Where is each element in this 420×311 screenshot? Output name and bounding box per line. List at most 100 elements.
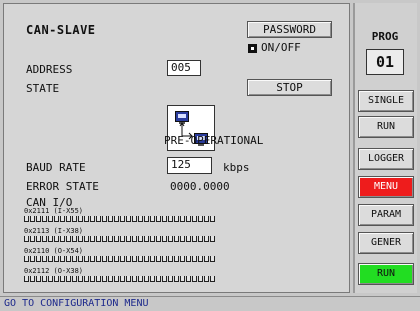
prog-label: PROG <box>371 30 399 43</box>
io-bit <box>72 256 77 262</box>
io-bit <box>48 256 53 262</box>
io-bit <box>60 256 65 262</box>
error-state-value: 0000.0000 <box>170 180 230 193</box>
io-bit <box>138 276 143 282</box>
io-bit <box>150 236 155 242</box>
io-bit <box>108 236 113 242</box>
stop-button[interactable]: STOP <box>247 79 332 96</box>
io-bit <box>132 256 137 262</box>
io-bit <box>132 276 137 282</box>
io-bit <box>60 276 65 282</box>
io-bit <box>138 236 143 242</box>
io-bit <box>156 216 161 222</box>
io-bit <box>144 276 149 282</box>
io-bit <box>168 276 173 282</box>
io-bit <box>174 236 179 242</box>
io-bit <box>168 216 173 222</box>
io-bit <box>42 216 47 222</box>
can-slave-panel: CAN-SLAVE PASSWORD ON/OFF ADDRESS 005 ST… <box>3 3 350 293</box>
io-bit <box>114 216 119 222</box>
io-bit <box>108 256 113 262</box>
io-bit <box>60 216 65 222</box>
io-bit <box>72 276 77 282</box>
io-bit <box>108 216 113 222</box>
io-bit <box>78 236 83 242</box>
address-label: ADDRESS <box>26 63 73 76</box>
password-button[interactable]: PASSWORD <box>247 21 332 38</box>
io-bit <box>54 276 59 282</box>
io-bit <box>192 236 197 242</box>
io-bit <box>36 276 41 282</box>
io-bit <box>156 256 161 262</box>
io-bit <box>192 256 197 262</box>
io-bit <box>36 216 41 222</box>
io-bit <box>198 236 203 242</box>
logger-button[interactable]: LOGGER <box>358 148 414 170</box>
io-bit <box>48 276 53 282</box>
register-bits <box>24 256 216 262</box>
io-bit <box>168 256 173 262</box>
state-label: STATE <box>26 82 60 95</box>
param-button[interactable]: PARAM <box>358 204 414 226</box>
io-bit <box>120 216 125 222</box>
io-bit <box>30 276 35 282</box>
io-bit <box>150 276 155 282</box>
state-value: PRE-OPERATIONAL <box>164 134 264 147</box>
io-bit <box>180 276 185 282</box>
baud-rate-field[interactable]: 125 <box>167 157 212 174</box>
register-bits <box>24 276 216 282</box>
io-bit <box>114 236 119 242</box>
address-field[interactable]: 005 <box>167 60 201 76</box>
io-bit <box>204 236 209 242</box>
io-bit <box>186 216 191 222</box>
gener-button[interactable]: GENER <box>358 232 414 254</box>
onoff-checkbox[interactable] <box>248 44 257 53</box>
io-bit <box>102 276 107 282</box>
io-bit <box>84 256 89 262</box>
io-bit <box>126 276 131 282</box>
io-bit <box>198 216 203 222</box>
register-label: 0x2111 (I-X55) <box>24 207 84 215</box>
menu-button[interactable]: MENU <box>358 176 414 198</box>
single-button[interactable]: SINGLE <box>358 90 414 112</box>
io-bit <box>114 256 119 262</box>
io-bit <box>84 276 89 282</box>
io-bit <box>138 256 143 262</box>
io-bit <box>108 276 113 282</box>
io-bit <box>162 216 167 222</box>
io-bit <box>90 276 95 282</box>
io-bit <box>72 216 77 222</box>
run-green-button[interactable]: RUN <box>358 263 414 285</box>
io-bit <box>96 236 101 242</box>
io-bit <box>42 256 47 262</box>
page-title: CAN-SLAVE <box>26 23 96 37</box>
io-bit <box>120 236 125 242</box>
io-bit <box>90 256 95 262</box>
prog-number[interactable]: 01 <box>366 49 404 75</box>
io-bit <box>162 256 167 262</box>
io-bit <box>66 236 71 242</box>
io-bit <box>78 256 83 262</box>
io-bit <box>114 276 119 282</box>
io-bit <box>48 236 53 242</box>
io-bit <box>186 236 191 242</box>
io-bit <box>90 236 95 242</box>
io-bit <box>102 256 107 262</box>
status-bar: GO TO CONFIGURATION MENU <box>0 296 420 310</box>
baud-unit: kbps <box>223 161 250 174</box>
io-bit <box>90 216 95 222</box>
io-bit <box>66 216 71 222</box>
io-bit <box>126 236 131 242</box>
io-bit <box>210 236 215 242</box>
io-bit <box>42 276 47 282</box>
run-button[interactable]: RUN <box>358 116 414 138</box>
io-bit <box>210 276 215 282</box>
io-bit <box>42 236 47 242</box>
io-bit <box>24 236 29 242</box>
io-bit <box>198 256 203 262</box>
io-bit <box>102 216 107 222</box>
io-bit <box>84 236 89 242</box>
io-bit <box>180 256 185 262</box>
io-bit <box>156 276 161 282</box>
io-bit <box>210 256 215 262</box>
